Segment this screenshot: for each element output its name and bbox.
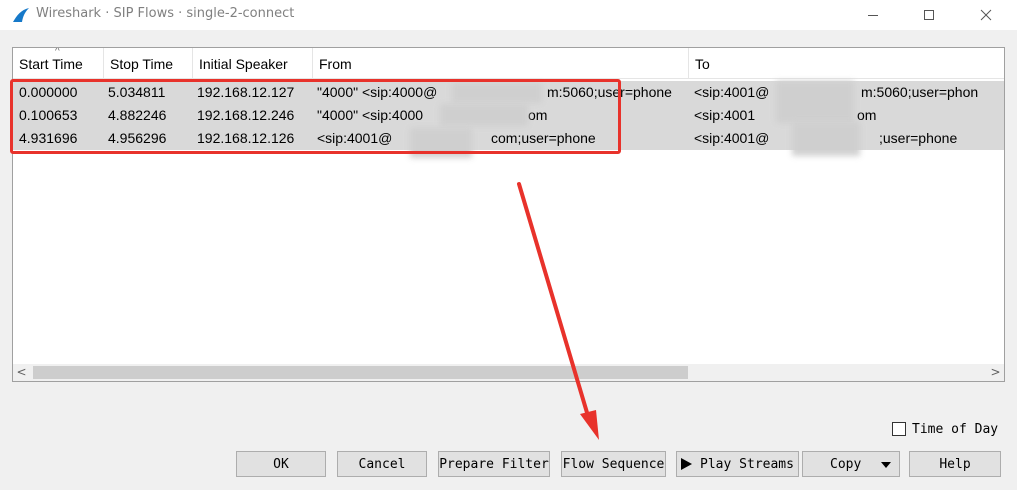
ok-button-label: OK (273, 456, 289, 472)
play-streams-button-label: Play Streams (700, 456, 794, 472)
prepare-filter-button[interactable]: Prepare Filter (438, 451, 550, 477)
checkbox-box[interactable] (892, 422, 906, 436)
cancel-button[interactable]: Cancel (337, 451, 427, 477)
copy-dropdown-button[interactable]: Copy (802, 451, 900, 477)
help-button-label: Help (939, 456, 971, 472)
annotation-arrow-icon (517, 182, 599, 440)
sip-flows-window: Wireshark · SIP Flows · single-2-connect… (0, 0, 1017, 490)
caret-down-icon (881, 462, 891, 468)
copy-button-label: Copy (830, 456, 862, 472)
play-streams-button[interactable]: Play Streams (676, 451, 799, 477)
prepare-filter-button-label: Prepare Filter (439, 456, 549, 472)
help-button[interactable]: Help (909, 451, 1001, 477)
flow-sequence-button[interactable]: Flow Sequence (561, 451, 666, 477)
flow-sequence-button-label: Flow Sequence (562, 456, 665, 472)
time-of-day-checkbox[interactable]: Time of Day (892, 420, 998, 438)
cancel-button-label: Cancel (358, 456, 406, 472)
play-icon (681, 458, 693, 470)
time-of-day-label: Time of Day (912, 421, 999, 437)
ok-button[interactable]: OK (236, 451, 326, 477)
